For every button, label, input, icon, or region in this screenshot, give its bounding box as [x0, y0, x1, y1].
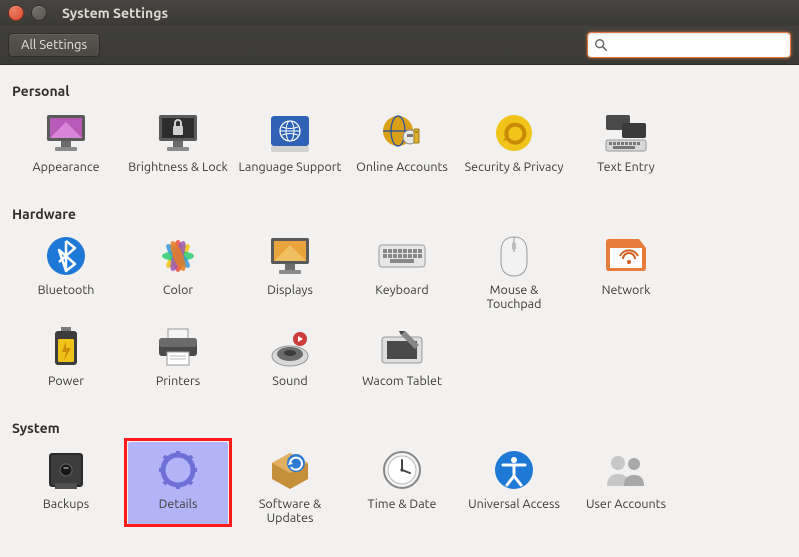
item-label: Keyboard [346, 283, 458, 313]
wacom-icon [378, 323, 426, 371]
power-icon [42, 323, 90, 371]
item-time-date[interactable]: Time & Date [346, 440, 458, 527]
item-label: Appearance [10, 160, 122, 190]
item-label: User Accounts [570, 497, 682, 527]
details-icon [154, 446, 202, 494]
language-icon [266, 109, 314, 157]
all-settings-button[interactable]: All Settings [8, 33, 100, 57]
section-title: System [12, 420, 789, 436]
clock-icon [378, 446, 426, 494]
item-label: Color [122, 283, 234, 313]
mouse-icon [490, 232, 538, 280]
item-label: Language Support [234, 160, 346, 190]
section-hardware: Hardware Bluetooth [10, 206, 789, 408]
item-language-support[interactable]: Language Support [234, 103, 346, 190]
item-label: Printers [122, 374, 234, 404]
item-appearance[interactable]: Appearance [10, 103, 122, 190]
item-security-privacy[interactable]: Security & Privacy [458, 103, 570, 190]
section-system: System Backups [10, 420, 789, 531]
titlebar: System Settings [0, 0, 799, 26]
item-label: Time & Date [346, 497, 458, 527]
close-icon[interactable] [8, 5, 24, 21]
item-bluetooth[interactable]: Bluetooth [10, 226, 122, 313]
search-field[interactable] [614, 37, 794, 54]
item-label: Software & Updates [234, 497, 346, 527]
item-label: Universal Access [458, 497, 570, 527]
search-input[interactable] [587, 32, 791, 58]
item-online-accounts[interactable]: Online Accounts [346, 103, 458, 190]
minimize-icon[interactable] [31, 5, 47, 21]
security-icon [490, 109, 538, 157]
network-icon [602, 232, 650, 280]
printers-icon [154, 323, 202, 371]
bluetooth-icon [42, 232, 90, 280]
item-mouse-touchpad[interactable]: Mouse & Touchpad [458, 226, 570, 313]
item-sound[interactable]: Sound [234, 317, 346, 404]
item-label: Network [570, 283, 682, 313]
displays-icon [266, 232, 314, 280]
item-displays[interactable]: Displays [234, 226, 346, 313]
item-keyboard[interactable]: Keyboard [346, 226, 458, 313]
toolbar: All Settings [0, 26, 799, 65]
item-label: Details [122, 497, 234, 527]
item-text-entry[interactable]: Text Entry [570, 103, 682, 190]
item-label: Power [10, 374, 122, 404]
appearance-icon [42, 109, 90, 157]
item-power[interactable]: Power [10, 317, 122, 404]
item-wacom-tablet[interactable]: Wacom Tablet [346, 317, 458, 404]
software-updates-icon [266, 446, 314, 494]
text-entry-icon [602, 109, 650, 157]
search-icon [594, 38, 608, 52]
section-title: Hardware [12, 206, 789, 222]
item-backups[interactable]: Backups [10, 440, 122, 527]
backups-icon [42, 446, 90, 494]
item-label: Brightness & Lock [122, 160, 234, 190]
user-accounts-icon [602, 446, 650, 494]
sound-icon [266, 323, 314, 371]
item-label: Mouse & Touchpad [458, 283, 570, 313]
item-user-accounts[interactable]: User Accounts [570, 440, 682, 527]
item-label: Sound [234, 374, 346, 404]
item-printers[interactable]: Printers [122, 317, 234, 404]
item-label: Displays [234, 283, 346, 313]
item-details[interactable]: Details [122, 440, 234, 527]
item-label: Wacom Tablet [346, 374, 458, 404]
item-software-updates[interactable]: Software & Updates [234, 440, 346, 527]
item-brightness-lock[interactable]: Brightness & Lock [122, 103, 234, 190]
item-label: Text Entry [570, 160, 682, 190]
section-title: Personal [12, 83, 789, 99]
item-network[interactable]: Network [570, 226, 682, 313]
keyboard-icon [378, 232, 426, 280]
item-color[interactable]: Color [122, 226, 234, 313]
color-icon [154, 232, 202, 280]
brightness-lock-icon [154, 109, 202, 157]
window-title: System Settings [62, 5, 168, 21]
section-personal: Personal Appearance [10, 83, 789, 194]
item-universal-access[interactable]: Universal Access [458, 440, 570, 527]
item-label: Security & Privacy [458, 160, 570, 190]
universal-access-icon [490, 446, 538, 494]
item-label: Backups [10, 497, 122, 527]
online-accounts-icon [378, 109, 426, 157]
item-label: Online Accounts [346, 160, 458, 190]
item-label: Bluetooth [10, 283, 122, 313]
content-area: Personal Appearance [0, 65, 799, 557]
